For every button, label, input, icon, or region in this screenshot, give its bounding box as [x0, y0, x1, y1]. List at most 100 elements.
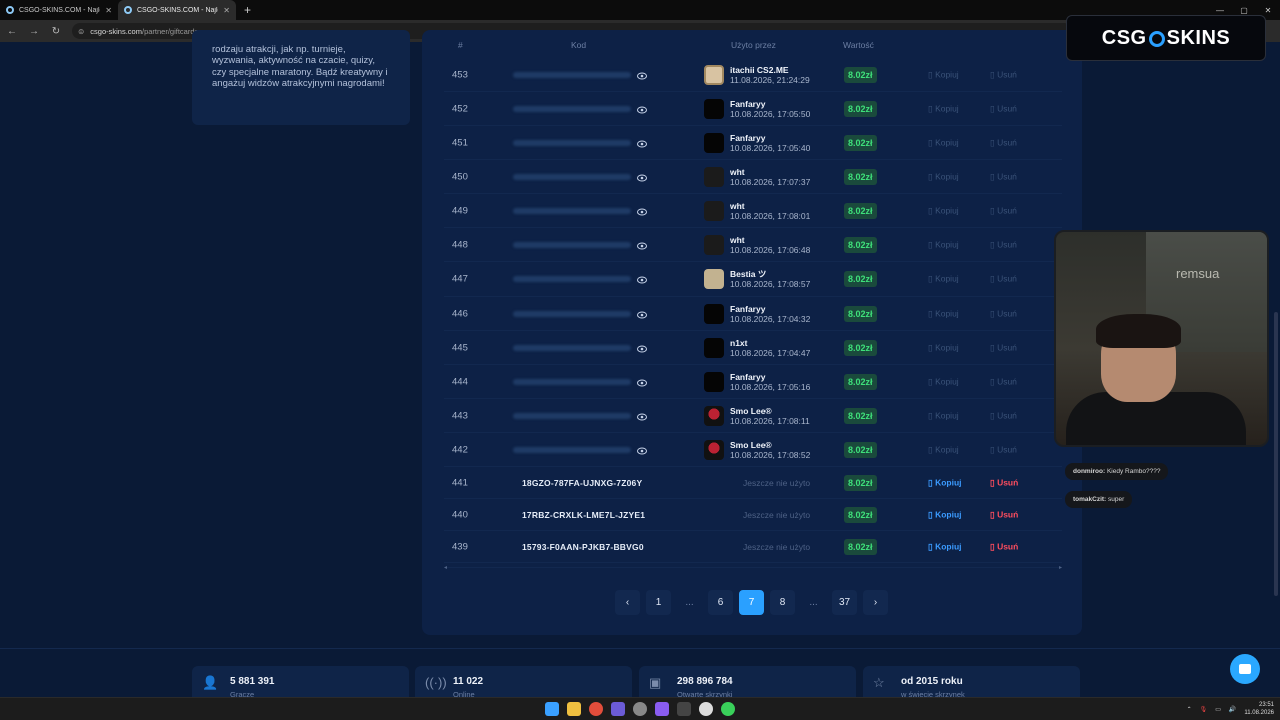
eye-icon[interactable]	[637, 310, 647, 317]
copy-button[interactable]: ▯ Kopiuj	[928, 410, 959, 421]
app-icon[interactable]	[721, 702, 735, 716]
obs-icon[interactable]	[633, 702, 647, 716]
minimize-icon[interactable]: —	[1208, 6, 1232, 15]
eye-icon[interactable]	[637, 378, 647, 385]
page-button-6[interactable]: 6	[708, 590, 733, 615]
delete-button[interactable]: ▯ Usuń	[990, 477, 1018, 488]
page-button-8[interactable]: 8	[770, 590, 795, 615]
chrome-icon[interactable]	[589, 702, 603, 716]
clock[interactable]: 23:51 11.08.2026	[1244, 701, 1274, 717]
value-badge: 8.02zł	[844, 475, 877, 491]
delete-button[interactable]: ▯ Usuń	[990, 239, 1017, 250]
delete-button[interactable]: ▯ Usuń	[990, 103, 1017, 114]
copy-icon: ▯	[928, 205, 933, 215]
used-date: 10.08.2026, 17:08:11	[730, 416, 810, 426]
delete-button[interactable]: ▯ Usuń	[990, 308, 1017, 319]
used-date: 10.08.2026, 17:05:40	[730, 143, 810, 153]
eye-icon[interactable]	[637, 139, 647, 146]
next-page-button[interactable]: ›	[863, 590, 888, 615]
windows-start-icon[interactable]	[545, 702, 559, 716]
eye-icon[interactable]	[637, 241, 647, 248]
avatar	[704, 269, 724, 289]
trash-icon: ▯	[990, 308, 995, 318]
copy-button[interactable]: ▯ Kopiuj	[928, 171, 959, 182]
copy-button[interactable]: ▯ Kopiuj	[928, 239, 959, 250]
delete-button[interactable]: ▯ Usuń	[990, 509, 1018, 520]
delete-button[interactable]: ▯ Usuń	[990, 342, 1017, 353]
eye-icon[interactable]	[637, 71, 647, 78]
browser-tab-1[interactable]: CSGO-SKINS.COM - Najlepsze ✕	[0, 0, 118, 20]
scroll-left-icon[interactable]: ◂	[444, 564, 447, 571]
copy-button[interactable]: ▯ Kopiuj	[928, 103, 959, 114]
copy-icon: ▯	[928, 69, 933, 79]
copy-button[interactable]: ▯ Kopiuj	[928, 477, 962, 488]
mic-icon[interactable]: 🎙	[1200, 706, 1208, 713]
info-card-text: rodzaju atrakcji, jak np. turnieje, wyzw…	[212, 42, 390, 89]
copy-button[interactable]: ▯ Kopiuj	[928, 342, 959, 353]
discord-icon[interactable]	[611, 702, 625, 716]
eye-icon[interactable]	[637, 276, 647, 283]
table-horizontal-scrollbar[interactable]: ◂ ▸	[444, 567, 1062, 568]
row-number: 446	[452, 308, 468, 319]
scroll-right-icon[interactable]: ▸	[1059, 564, 1062, 571]
eye-icon[interactable]	[637, 412, 647, 419]
delete-button[interactable]: ▯ Usuń	[990, 137, 1017, 148]
copy-button[interactable]: ▯ Kopiuj	[928, 444, 959, 455]
eye-icon[interactable]	[637, 105, 647, 112]
maximize-icon[interactable]: ▢	[1232, 6, 1256, 15]
forward-arrow-icon[interactable]: →	[28, 26, 40, 37]
close-window-icon[interactable]: ✕	[1256, 6, 1280, 15]
chat-message: tomakCzit: super	[1065, 491, 1132, 508]
volume-icon[interactable]: 🔊	[1229, 706, 1236, 713]
logo-o-icon	[1149, 31, 1165, 47]
copy-button[interactable]: ▯ Kopiuj	[928, 205, 959, 216]
app-icon[interactable]	[655, 702, 669, 716]
delete-button[interactable]: ▯ Usuń	[990, 205, 1017, 216]
copy-button[interactable]: ▯ Kopiuj	[928, 137, 959, 148]
close-tab-icon[interactable]: ✕	[223, 6, 230, 15]
eye-icon[interactable]	[637, 173, 647, 180]
user-info: Fanfaryy10.08.2026, 17:04:32	[730, 304, 810, 324]
steam-icon[interactable]	[699, 702, 713, 716]
delete-button[interactable]: ▯ Usuń	[990, 410, 1017, 421]
reload-icon[interactable]: ↻	[50, 26, 62, 37]
network-icon[interactable]: ▭	[1215, 706, 1221, 713]
page-button-7[interactable]: 7	[739, 590, 764, 615]
username: itachii CS2.ME	[730, 65, 810, 75]
delete-button[interactable]: ▯ Usuń	[990, 171, 1017, 182]
used-by-user: wht10.08.2026, 17:08:01	[704, 201, 810, 221]
delete-button[interactable]: ▯ Usuń	[990, 376, 1017, 387]
delete-button[interactable]: ▯ Usuń	[990, 274, 1017, 285]
eye-icon[interactable]	[637, 344, 647, 351]
copy-button[interactable]: ▯ Kopiuj	[928, 376, 959, 387]
copy-button[interactable]: ▯ Kopiuj	[928, 541, 962, 552]
site-info-icon[interactable]: ⊜	[78, 27, 84, 36]
delete-button[interactable]: ▯ Usuń	[990, 541, 1018, 552]
trash-icon: ▯	[990, 137, 995, 147]
back-arrow-icon[interactable]: ←	[6, 26, 18, 37]
tray-chevron-icon[interactable]: ⌃	[1187, 706, 1192, 713]
page-button-1[interactable]: 1	[646, 590, 671, 615]
copy-button[interactable]: ▯ Kopiuj	[928, 509, 962, 520]
eye-icon[interactable]	[637, 446, 647, 453]
browser-tab-2[interactable]: CSGO-SKINS.COM - Najlepsze ✕	[118, 0, 236, 20]
copy-button[interactable]: ▯ Kopiuj	[928, 69, 959, 80]
used-by-user: Smo Lee®10.08.2026, 17:08:11	[704, 406, 810, 426]
file-explorer-icon[interactable]	[567, 702, 581, 716]
copy-button[interactable]: ▯ Kopiuj	[928, 274, 959, 285]
page-button-37[interactable]: 37	[832, 590, 857, 615]
table-row: 450wht10.08.2026, 17:07:378.02zł▯ Kopiuj…	[444, 160, 1062, 194]
row-number: 448	[452, 239, 468, 250]
eye-icon[interactable]	[637, 207, 647, 214]
app-icon[interactable]	[677, 702, 691, 716]
new-tab-icon[interactable]: +	[236, 3, 259, 17]
delete-button[interactable]: ▯ Usuń	[990, 444, 1017, 455]
close-tab-icon[interactable]: ✕	[105, 6, 112, 15]
prev-page-button[interactable]: ‹	[615, 590, 640, 615]
chat-support-button[interactable]	[1230, 654, 1260, 684]
avatar	[704, 304, 724, 324]
copy-button[interactable]: ▯ Kopiuj	[928, 308, 959, 319]
delete-button[interactable]: ▯ Usuń	[990, 69, 1017, 80]
trash-icon: ▯	[990, 274, 995, 284]
page-scrollbar[interactable]	[1274, 312, 1278, 596]
